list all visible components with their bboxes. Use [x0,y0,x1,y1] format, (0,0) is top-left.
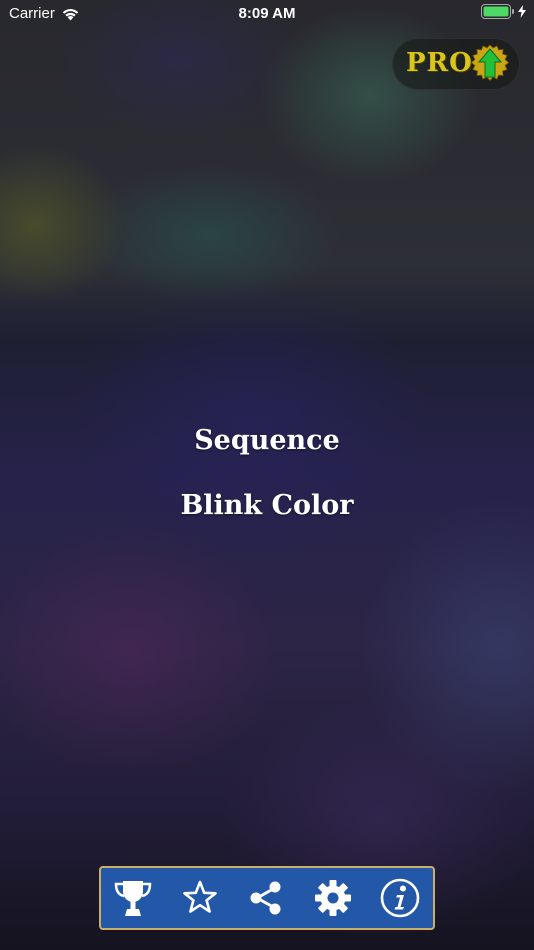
battery-icon [481,4,514,19]
status-bar: Carrier 8:09 AM [0,0,534,28]
gear-icon[interactable] [311,876,355,920]
share-icon[interactable] [244,876,288,920]
pro-upgrade-button[interactable]: PRO [392,38,520,90]
info-icon[interactable] [378,876,422,920]
blurred-background [0,0,534,950]
menu-item-sequence[interactable]: Sequence [0,425,534,456]
bottom-toolbar [99,866,435,930]
charging-bolt-icon [518,5,526,18]
star-icon[interactable] [178,876,222,920]
menu-item-blink-color[interactable]: Blink Color [0,490,534,521]
status-right [481,4,526,19]
pro-label: PRO [406,48,473,78]
trophy-icon[interactable] [111,876,155,920]
upgrade-arrow-icon [470,44,510,82]
clock: 8:09 AM [238,5,296,22]
